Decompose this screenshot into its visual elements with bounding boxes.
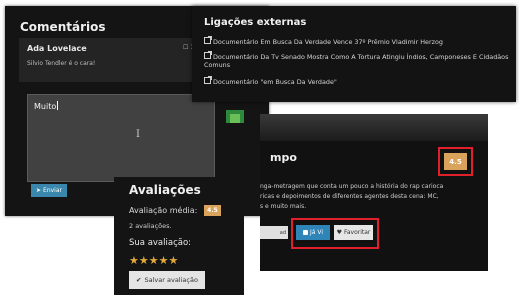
- save-rating-label: Salvar avaliação: [144, 276, 198, 284]
- send-comment-button[interactable]: ➤ Enviar: [31, 184, 67, 197]
- average-rating-label: Avaliação média:: [129, 206, 198, 215]
- comments-title: Comentários: [20, 20, 106, 34]
- comment-text: Silvio Tendler é o cara!: [27, 60, 96, 67]
- ratings-title: Avaliações: [129, 183, 201, 197]
- external-link-icon: [204, 76, 212, 84]
- checkbox-icon: [303, 230, 308, 235]
- text-caret: [57, 101, 59, 110]
- star-rating-input[interactable]: ★★★★★: [129, 254, 178, 267]
- film-description-line: nga-metragem que conta um pouco a histór…: [260, 183, 444, 190]
- external-link-label: Documentário "em Busca Da Verdade": [213, 78, 337, 86]
- comment-textarea-value: Muito: [34, 101, 59, 111]
- favorite-button[interactable]: ♥ Favoritar: [334, 225, 373, 240]
- external-link-icon: [204, 36, 212, 44]
- rating-count: 2 avaliações.: [129, 222, 172, 230]
- paper-plane-icon: ➤: [36, 187, 42, 194]
- ibeam-cursor-icon: I: [136, 129, 140, 140]
- save-rating-button[interactable]: ✔ Salvar avaliação: [129, 271, 205, 289]
- film-cover-image: [260, 114, 488, 141]
- rating-badge: 4.5: [444, 153, 467, 170]
- external-link-label: Comuns: [204, 61, 231, 69]
- partial-button[interactable]: ad: [260, 226, 288, 239]
- film-description: nga-metragem que conta um pouco a histór…: [260, 182, 475, 212]
- external-link-label: Documentário Em Busca Da Verdade Vence 3…: [213, 38, 443, 46]
- film-title: mpo: [270, 151, 297, 164]
- external-link-3[interactable]: Documentário "em Busca Da Verdade": [204, 76, 337, 87]
- green-logo-icon: [226, 110, 244, 123]
- your-rating-label: Sua avaliação:: [129, 238, 192, 248]
- film-details-panel: mpo 4.5 nga-metragem que conta um pouco …: [260, 114, 488, 271]
- comment-author: Ada Lovelace: [27, 44, 87, 53]
- external-link-icon: [204, 51, 212, 59]
- external-links-title: Ligações externas: [204, 17, 307, 28]
- seen-button[interactable]: Já Vi: [296, 225, 330, 240]
- external-links-panel: Ligações externas Documentário Em Busca …: [192, 6, 516, 102]
- film-description-line: s e muito mais.: [260, 203, 307, 210]
- favorite-label: Favoritar: [343, 229, 371, 236]
- actions-highlight-box: Já Vi ♥ Favoritar: [291, 218, 379, 249]
- external-link-1[interactable]: Documentário Em Busca Da Verdade Vence 3…: [204, 36, 443, 47]
- comment-text-value: Muito: [34, 102, 57, 111]
- external-link-2[interactable]: Documentário Da Tv Senado Mostra Como A …: [204, 51, 509, 62]
- average-rating-badge: 4.5: [204, 205, 221, 216]
- heart-icon: ♥: [336, 229, 342, 236]
- check-icon: ✔: [136, 276, 142, 284]
- external-link-label: Documentário Da Tv Senado Mostra Como A …: [213, 53, 509, 61]
- external-link-2-continued[interactable]: Comuns: [204, 61, 230, 70]
- rating-highlight-box: 4.5: [438, 147, 473, 176]
- send-label: Enviar: [43, 187, 62, 194]
- seen-label: Já Vi: [310, 229, 323, 236]
- ratings-panel: Avaliações Avaliação média: 4.5 2 avalia…: [114, 177, 244, 295]
- film-description-line: ricas e depoimentos de diferentes agente…: [260, 193, 439, 200]
- comment-textarea[interactable]: Muito I: [27, 94, 215, 182]
